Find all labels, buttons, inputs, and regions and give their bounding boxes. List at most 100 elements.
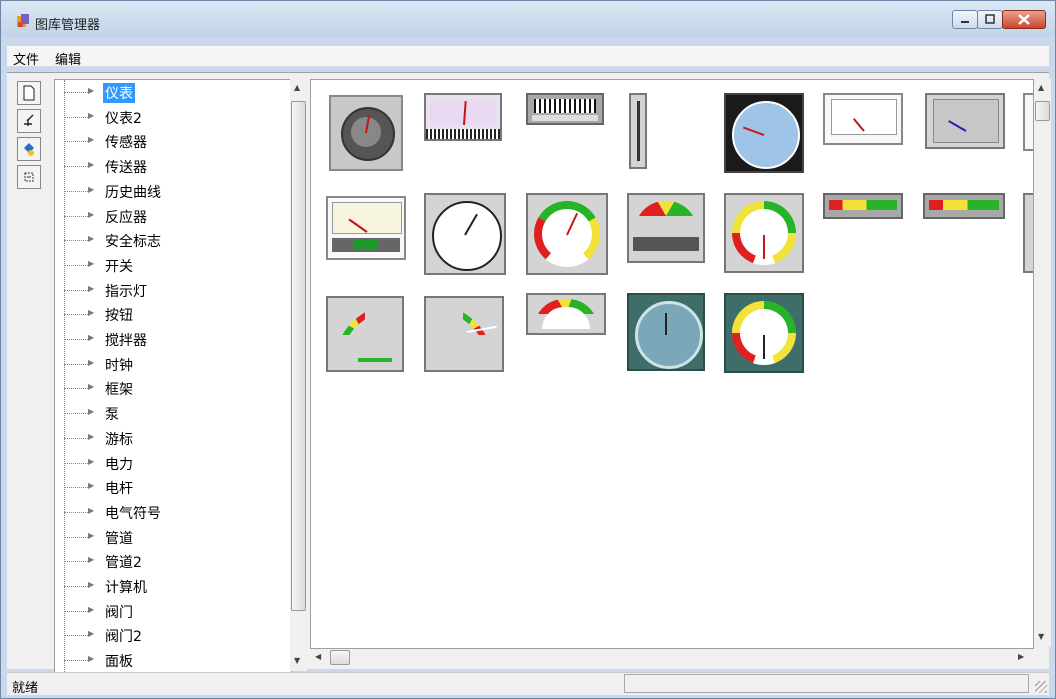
tree-item[interactable]: ▶ 仪表 (55, 80, 285, 104)
scroll-left-arrow-icon[interactable]: ◀ (315, 652, 321, 661)
tree-item[interactable]: ▶ 仪表2 (55, 105, 285, 129)
tree-item[interactable]: ▶ 管道 (55, 525, 285, 549)
scroll-up-arrow-icon[interactable]: ▲ (1038, 83, 1044, 92)
gauge-symbol[interactable] (627, 293, 705, 371)
gallery-scroll-thumb[interactable] (1035, 101, 1050, 121)
scroll-up-arrow-icon[interactable]: ▲ (294, 83, 300, 92)
gallery-horizontal-scrollbar[interactable]: ◀ ▶ (310, 649, 1032, 666)
gauge-symbol[interactable] (526, 193, 608, 275)
gauge-symbol[interactable] (925, 93, 1005, 149)
folder-arrow-icon: ▶ (88, 456, 95, 466)
gauge-symbol[interactable] (526, 93, 604, 125)
new-button[interactable] (17, 81, 41, 105)
gauge-symbol[interactable] (823, 193, 903, 219)
tree-item-label[interactable]: 管道 (103, 528, 135, 548)
tree-item[interactable]: ▶ 电杆 (55, 475, 285, 499)
tree-item-label[interactable]: 电杆 (103, 478, 135, 498)
tree-item-label[interactable]: 反应器 (103, 207, 149, 227)
gauge-symbol[interactable] (424, 93, 502, 141)
tree-scrollbar[interactable]: ▲ ▼ (290, 79, 307, 671)
tree-item-label[interactable]: 框架 (103, 379, 135, 399)
scroll-down-arrow-icon[interactable]: ▼ (294, 656, 300, 665)
gauge-symbol[interactable] (724, 193, 804, 273)
gauge-symbol[interactable] (526, 293, 606, 335)
gauge-symbol[interactable] (629, 93, 647, 169)
tree-item-label[interactable]: 游标 (103, 429, 135, 449)
menu-file[interactable]: 文件 (13, 49, 39, 68)
maximize-button[interactable] (977, 10, 1003, 29)
tree-item[interactable]: ▶ 时钟 (55, 352, 285, 376)
title-bar[interactable]: 图库管理器 (1, 1, 1055, 37)
gauge-symbol[interactable] (326, 296, 404, 372)
gauge-symbol[interactable] (724, 93, 804, 173)
tree-item-label[interactable]: 仪表 (103, 83, 135, 103)
menu-edit[interactable]: 编辑 (55, 49, 81, 68)
folder-arrow-icon: ▶ (88, 258, 95, 268)
tree-item-label[interactable]: 搅拌器 (103, 330, 149, 350)
tree-item[interactable]: ▶ 历史曲线 (55, 179, 285, 203)
tree-item[interactable]: ▶ 指示灯 (55, 278, 285, 302)
tree-item[interactable]: ▶ 计算机 (55, 574, 285, 598)
import-button[interactable] (17, 109, 41, 133)
tree-item-label[interactable]: 历史曲线 (103, 182, 163, 202)
tree-item[interactable]: ▶ 传感器 (55, 129, 285, 153)
resize-grip-icon[interactable] (1035, 681, 1047, 693)
tree-item[interactable]: ▶ 按钮 (55, 302, 285, 326)
tree-item-label[interactable]: 面板 (103, 651, 135, 671)
tree-item-label[interactable]: 电气符号 (103, 503, 163, 523)
maximize-icon (985, 14, 995, 24)
tree-item-label[interactable]: 仪表2 (103, 108, 144, 128)
tree-item[interactable]: ▶ 反应器 (55, 204, 285, 228)
tree-scroll-thumb[interactable] (291, 101, 306, 611)
gauge-symbol[interactable] (424, 296, 504, 372)
folder-arrow-icon: ▶ (88, 184, 95, 194)
tree-item-label[interactable]: 电力 (103, 454, 135, 474)
scroll-down-arrow-icon[interactable]: ▼ (1038, 632, 1044, 641)
tree-item[interactable]: ▶ 面板 (55, 648, 285, 672)
gauge-symbol[interactable] (724, 293, 804, 373)
gauge-symbol[interactable] (923, 193, 1005, 219)
tree-item-label[interactable]: 安全标志 (103, 231, 163, 251)
tree-item-label[interactable]: 指示灯 (103, 281, 149, 301)
tree-item-label[interactable]: 管道2 (103, 552, 144, 572)
tree-item[interactable]: ▶ 泵 (55, 401, 285, 425)
gauge-symbol[interactable] (329, 95, 403, 171)
gauge-symbol[interactable] (823, 93, 903, 145)
tree-item[interactable]: ▶ 游标 (55, 426, 285, 450)
tree-item[interactable]: ▶ 管道2 (55, 549, 285, 573)
tree-item[interactable]: ▶ 安全标志 (55, 228, 285, 252)
gauge-symbol[interactable] (627, 193, 705, 263)
tree-item-label[interactable]: 传送器 (103, 157, 149, 177)
minimize-button[interactable] (952, 10, 978, 29)
gauge-symbol[interactable] (424, 193, 506, 275)
tree-item[interactable]: ▶ 阀门2 (55, 623, 285, 647)
tree-item-label[interactable]: 泵 (103, 404, 121, 424)
window-title: 图库管理器 (35, 18, 101, 33)
gallery-hscroll-thumb[interactable] (330, 650, 350, 665)
tree-item-label[interactable]: 阀门 (103, 602, 135, 622)
tree-item-label[interactable]: 时钟 (103, 355, 135, 375)
tree-item[interactable]: ▶ 传送器 (55, 154, 285, 178)
tree-item-label[interactable]: 计算机 (103, 577, 149, 597)
gauge-symbol[interactable] (326, 196, 406, 260)
refresh-button[interactable] (17, 165, 41, 189)
close-button[interactable] (1002, 10, 1046, 29)
scroll-right-arrow-icon[interactable]: ▶ (1018, 652, 1024, 661)
gallery-vertical-scrollbar[interactable]: ▲ ▼ (1034, 79, 1051, 647)
paint-button[interactable] (17, 137, 41, 161)
tree-item[interactable]: ▶ 电气符号 (55, 500, 285, 524)
gauge-symbol[interactable] (1023, 93, 1033, 151)
tree-item-label[interactable]: 阀门2 (103, 626, 144, 646)
paint-icon (24, 143, 34, 156)
gauge-symbol[interactable] (1023, 193, 1033, 273)
tree-item[interactable]: ▶ 框架 (55, 376, 285, 400)
tree-item-label[interactable]: 按钮 (103, 305, 135, 325)
folder-arrow-icon: ▶ (88, 382, 95, 392)
tree-item[interactable]: ▶ 搅拌器 (55, 327, 285, 351)
tree-item-label[interactable]: 开关 (103, 256, 135, 276)
tree-item[interactable]: ▶ 开关 (55, 253, 285, 277)
folder-arrow-icon: ▶ (88, 333, 95, 342)
tree-item-label[interactable]: 传感器 (103, 132, 149, 152)
tree-item[interactable]: ▶ 阀门 (55, 599, 285, 623)
tree-item[interactable]: ▶ 电力 (55, 451, 285, 475)
